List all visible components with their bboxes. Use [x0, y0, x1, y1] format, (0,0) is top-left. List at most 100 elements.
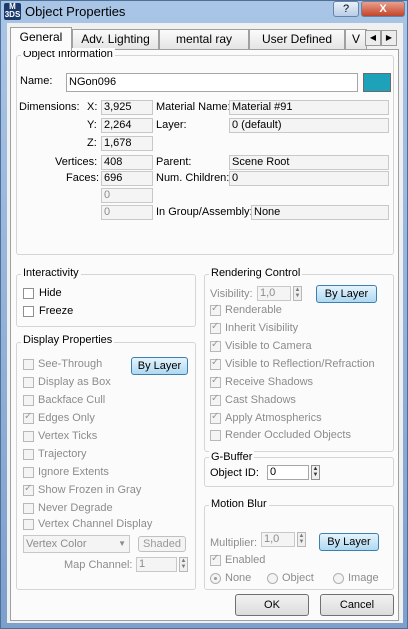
multiplier-input[interactable]: 1,0	[261, 532, 295, 547]
cancel-button[interactable]: Cancel	[320, 594, 394, 616]
dimensions-label: Dimensions:	[19, 101, 80, 113]
vertex-ticks-label: Vertex Ticks	[38, 430, 98, 442]
close-button[interactable]: X	[361, 1, 405, 17]
group-assembly-value: None	[251, 205, 389, 220]
renderable-checkbox[interactable]	[210, 303, 221, 316]
tab-scroll: ◀ ▶	[365, 30, 397, 46]
trajectory-checkbox[interactable]	[23, 449, 34, 460]
vertices-value: 408	[101, 155, 153, 170]
vertex-ticks-checkbox[interactable]	[23, 431, 34, 442]
visible-to-camera-label: Visible to Camera	[225, 340, 312, 352]
tab-strip: General Adv. Lighting mental ray User De…	[7, 27, 403, 51]
tab-v[interactable]: V	[345, 29, 367, 50]
visibility-spinner-icon[interactable]: ▲ ▼	[293, 286, 302, 301]
edges-only-checkbox[interactable]	[23, 411, 34, 424]
parent-label: Parent:	[156, 156, 192, 168]
visibility-label: Visibility:	[210, 288, 253, 300]
inherit-visibility-label: Inherit Visibility	[225, 322, 299, 334]
show-frozen-gray-checkbox[interactable]	[23, 483, 34, 496]
z-label: Z:	[87, 137, 97, 149]
x-value: 3,925	[101, 100, 153, 115]
rendering-by-layer-button[interactable]: By Layer	[316, 285, 377, 303]
vertex-color-value: Vertex Color	[26, 538, 87, 550]
shaded-button[interactable]: Shaded	[138, 536, 186, 552]
apply-atmospherics-checkbox[interactable]	[210, 411, 221, 424]
receive-shadows-label: Receive Shadows	[225, 376, 314, 388]
multiplier-label: Multiplier:	[210, 537, 258, 549]
ignore-extents-checkbox[interactable]	[23, 467, 34, 478]
map-channel-spinner-icon[interactable]: ▲ ▼	[179, 557, 188, 572]
ignore-extents-label: Ignore Extents	[38, 466, 109, 478]
object-id-spinner-icon[interactable]: ▲ ▼	[311, 465, 320, 480]
motion-blur-object-label: Object	[282, 572, 314, 584]
help-button[interactable]: ?	[333, 1, 359, 17]
tab-mental-ray[interactable]: mental ray	[159, 29, 249, 50]
material-name-label: Material Name:	[156, 101, 231, 113]
object-id-label: Object ID:	[210, 467, 259, 479]
map-channel-label: Map Channel:	[64, 559, 133, 571]
visible-reflection-label: Visible to Reflection/Refraction	[225, 358, 375, 370]
name-label: Name:	[20, 75, 53, 87]
visibility-input[interactable]: 1,0	[257, 286, 291, 301]
vertex-color-dropdown[interactable]: Vertex Color ▼	[23, 535, 130, 553]
multiplier-spinner-icon[interactable]: ▲ ▼	[297, 532, 306, 547]
general-panel: Object Information Name: NGon096 Dimensi…	[10, 48, 399, 621]
render-occluded-checkbox[interactable]	[210, 430, 221, 441]
map-channel-input[interactable]: 1	[136, 557, 177, 572]
display-by-layer-button[interactable]: By Layer	[131, 357, 188, 375]
ok-button[interactable]: OK	[235, 594, 309, 616]
vertex-channel-display-checkbox[interactable]	[23, 519, 34, 530]
arrow-left-icon[interactable]: ◀	[365, 30, 381, 46]
g-buffer-heading: G-Buffer	[209, 451, 255, 463]
z-value: 1,678	[101, 136, 153, 151]
visible-to-camera-checkbox[interactable]	[210, 339, 221, 352]
motion-blur-object-radio[interactable]	[267, 573, 278, 584]
inherit-visibility-checkbox[interactable]	[210, 321, 221, 334]
cast-shadows-label: Cast Shadows	[225, 394, 296, 406]
visible-reflection-checkbox[interactable]	[210, 357, 221, 370]
freeze-label: Freeze	[39, 305, 74, 317]
motion-blur-image-label: Image	[348, 572, 379, 584]
backface-cull-label: Backface Cull	[38, 394, 106, 406]
motion-blur-by-layer-button[interactable]: By Layer	[319, 533, 379, 551]
rendering-control-heading: Rendering Control	[209, 267, 303, 279]
title-bar[interactable]: M 3DS Object Properties ? X	[1, 1, 407, 23]
parent-value: Scene Root	[229, 155, 389, 170]
tab-user-defined[interactable]: User Defined	[249, 29, 345, 50]
display-properties-heading: Display Properties	[21, 334, 115, 346]
num-children-label: Num. Children:	[156, 172, 230, 184]
motion-blur-none-radio[interactable]	[210, 573, 221, 584]
y-value: 2,264	[101, 118, 153, 133]
trajectory-label: Trajectory	[38, 448, 87, 460]
hide-checkbox[interactable]	[23, 288, 34, 299]
freeze-checkbox[interactable]	[23, 306, 34, 317]
object-id-input[interactable]: 0	[267, 465, 309, 480]
receive-shadows-checkbox[interactable]	[210, 375, 221, 388]
group-assembly-label: In Group/Assembly:	[156, 206, 253, 218]
vertices-label: Vertices:	[55, 156, 98, 168]
faces-label: Faces:	[66, 172, 100, 184]
extra-value-2: 0	[101, 205, 153, 220]
chevron-down-icon: ▼	[118, 539, 126, 548]
display-as-box-label: Display as Box	[38, 376, 111, 388]
arrow-right-icon[interactable]: ▶	[381, 30, 397, 46]
never-degrade-label: Never Degrade	[38, 502, 113, 514]
motion-blur-image-radio[interactable]	[333, 573, 344, 584]
layer-label: Layer:	[156, 119, 187, 131]
app-icon: M 3DS	[4, 2, 21, 20]
object-color-swatch[interactable]	[363, 73, 391, 92]
display-as-box-checkbox[interactable]	[23, 377, 34, 388]
interactivity-heading: Interactivity	[21, 267, 81, 279]
renderable-label: Renderable	[225, 304, 282, 316]
never-degrade-checkbox[interactable]	[23, 503, 34, 514]
tab-adv-lighting[interactable]: Adv. Lighting	[72, 29, 159, 50]
motion-blur-enabled-checkbox[interactable]	[210, 553, 221, 566]
cast-shadows-checkbox[interactable]	[210, 393, 221, 406]
tab-general[interactable]: General	[10, 27, 72, 51]
window-title: Object Properties	[25, 4, 126, 19]
see-through-checkbox[interactable]	[23, 359, 34, 370]
backface-cull-checkbox[interactable]	[23, 395, 34, 406]
layer-value: 0 (default)	[229, 118, 389, 133]
motion-blur-none-label: None	[225, 572, 252, 584]
name-input[interactable]: NGon096	[66, 73, 358, 92]
